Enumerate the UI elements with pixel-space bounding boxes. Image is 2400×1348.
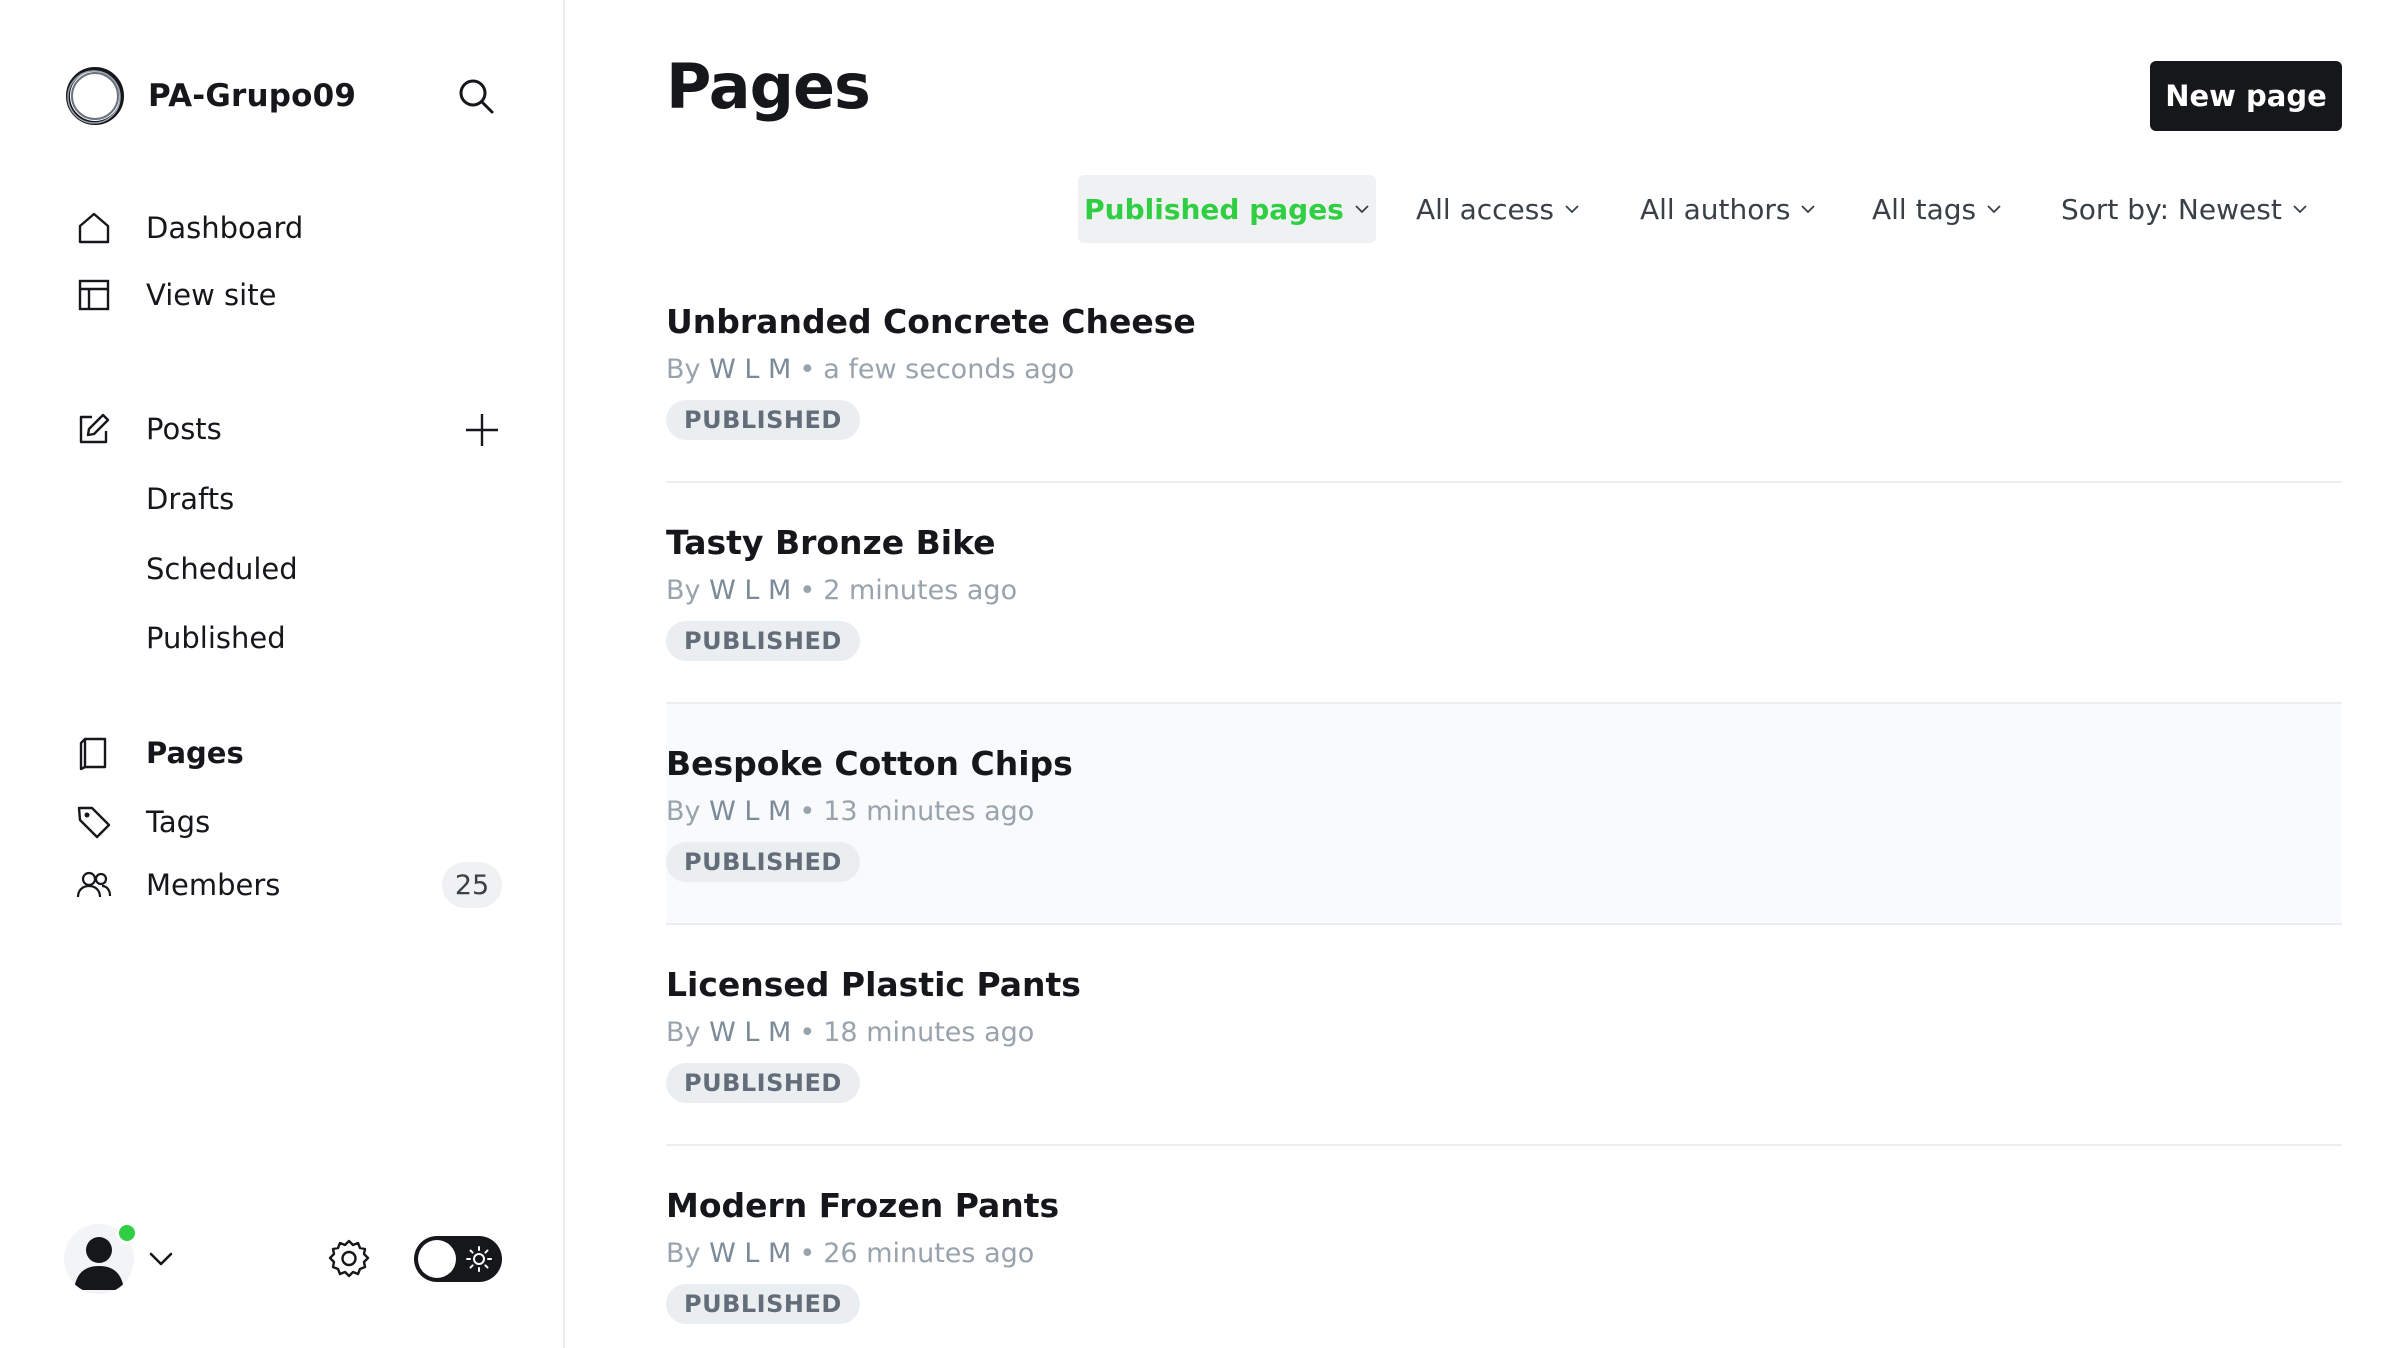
separator-dot: • — [799, 1017, 816, 1048]
filter-tags-label: All tags — [1872, 192, 1977, 226]
list-item[interactable]: Licensed Plastic Pants By W L M • 18 minut… — [666, 925, 2342, 1146]
online-status-dot — [116, 1222, 138, 1244]
filter-authors-dropdown[interactable]: All authors — [1640, 175, 1816, 243]
by-label: By — [666, 1238, 701, 1269]
site-logo-icon[interactable] — [64, 65, 126, 127]
page-item-title[interactable]: Unbranded Concrete Cheese — [666, 302, 1196, 341]
filter-type-label: Published pages — [1084, 192, 1344, 226]
list-item[interactable]: Modern Frozen Pants By W L M • 26 minutes … — [666, 1146, 2342, 1348]
status-badge: PUBLISHED — [666, 842, 860, 882]
page-item-title[interactable]: Bespoke Cotton Chips — [666, 744, 1073, 783]
separator-dot: • — [799, 1238, 816, 1269]
by-label: By — [666, 354, 701, 385]
sidebar-item-pages[interactable]: Pages — [74, 725, 514, 781]
filter-type-dropdown[interactable]: Published pages — [1078, 175, 1376, 243]
sidebar-item-view-site[interactable]: View site — [74, 267, 514, 323]
sidebar-item-tags[interactable]: Tags — [74, 794, 514, 850]
layout-icon — [74, 275, 114, 315]
page-item-time: 26 minutes ago — [823, 1238, 1035, 1269]
page-item-meta: By W L M • 18 minutes ago — [666, 1017, 1034, 1048]
gear-icon[interactable] — [326, 1236, 372, 1282]
chevron-down-icon — [1354, 201, 1370, 217]
search-icon[interactable] — [454, 74, 498, 118]
page-item-title[interactable]: Tasty Bronze Bike — [666, 523, 996, 562]
page-icon — [74, 733, 114, 773]
sort-label: Sort by: Newest — [2061, 192, 2282, 226]
page-item-meta: By W L M • a few seconds ago — [666, 354, 1074, 385]
page-item-title[interactable]: Modern Frozen Pants — [666, 1186, 1059, 1225]
page-item-time: a few seconds ago — [823, 354, 1075, 385]
sidebar-item-posts[interactable]: Posts — [74, 401, 514, 457]
status-badge: PUBLISHED — [666, 621, 860, 661]
by-label: By — [666, 575, 701, 606]
page-item-author: W L M — [709, 575, 792, 606]
separator-dot: • — [799, 796, 816, 827]
site-header: PA-Grupo09 — [64, 64, 504, 128]
pages-list: Unbranded Concrete Cheese By W L M • a few… — [666, 262, 2342, 1348]
sun-icon — [464, 1244, 494, 1274]
page-item-author: W L M — [709, 1017, 792, 1048]
sidebar-subitem-published[interactable]: Published — [146, 612, 286, 664]
members-icon — [74, 865, 114, 905]
separator-dot: • — [799, 575, 816, 606]
chevron-down-icon — [1986, 201, 2002, 217]
members-count-badge: 25 — [442, 862, 502, 908]
page-item-meta: By W L M • 26 minutes ago — [666, 1238, 1034, 1269]
status-badge: PUBLISHED — [666, 1063, 860, 1103]
add-post-icon[interactable] — [460, 408, 504, 452]
sidebar-item-label: Posts — [146, 412, 222, 446]
tag-icon — [74, 802, 114, 842]
page-item-time: 18 minutes ago — [823, 1017, 1035, 1048]
page-title: Pages — [666, 50, 871, 123]
filter-tags-dropdown[interactable]: All tags — [1872, 175, 2002, 243]
page-item-author: W L M — [709, 354, 792, 385]
sidebar-item-label: View site — [146, 278, 277, 312]
page-item-meta: By W L M • 2 minutes ago — [666, 575, 1017, 606]
filter-access-dropdown[interactable]: All access — [1416, 175, 1580, 243]
edit-icon — [74, 409, 114, 449]
filter-access-label: All access — [1416, 192, 1554, 226]
sort-dropdown[interactable]: Sort by: Newest — [2061, 175, 2308, 243]
sidebar-item-label: Tags — [146, 805, 211, 839]
sidebar-subitem-scheduled[interactable]: Scheduled — [146, 543, 298, 595]
sidebar-subitem-drafts[interactable]: Drafts — [146, 473, 234, 525]
separator-dot: • — [799, 354, 816, 385]
page-item-time: 2 minutes ago — [823, 575, 1018, 606]
sidebar-item-label: Pages — [146, 736, 244, 770]
sidebar-footer — [64, 1222, 504, 1304]
page-item-meta: By W L M • 13 minutes ago — [666, 796, 1034, 827]
status-badge: PUBLISHED — [666, 400, 860, 440]
chevron-down-icon — [1800, 201, 1816, 217]
page-item-title[interactable]: Licensed Plastic Pants — [666, 965, 1081, 1004]
page-item-author: W L M — [709, 796, 792, 827]
chevron-down-icon — [1564, 201, 1580, 217]
by-label: By — [666, 796, 701, 827]
filter-bar: Published pages All access All authors A… — [0, 175, 2400, 243]
list-item[interactable]: Tasty Bronze Bike By W L M • 2 minutes ago… — [666, 483, 2342, 704]
user-avatar[interactable] — [64, 1222, 138, 1294]
theme-toggle[interactable] — [414, 1236, 502, 1282]
by-label: By — [666, 1017, 701, 1048]
status-badge: PUBLISHED — [666, 1284, 860, 1324]
filter-authors-label: All authors — [1640, 192, 1791, 226]
site-title[interactable]: PA-Grupo09 — [148, 78, 356, 114]
page-item-author: W L M — [709, 1238, 792, 1269]
toggle-knob — [418, 1240, 456, 1278]
list-item[interactable]: Bespoke Cotton Chips By W L M • 13 minutes… — [666, 704, 2342, 925]
sidebar-item-label: Members — [146, 868, 281, 902]
new-page-button[interactable]: New page — [2150, 61, 2342, 131]
chevron-down-icon[interactable] — [146, 1244, 176, 1274]
page-item-time: 13 minutes ago — [823, 796, 1035, 827]
list-item[interactable]: Unbranded Concrete Cheese By W L M • a few… — [666, 262, 2342, 483]
chevron-down-icon — [2292, 201, 2308, 217]
